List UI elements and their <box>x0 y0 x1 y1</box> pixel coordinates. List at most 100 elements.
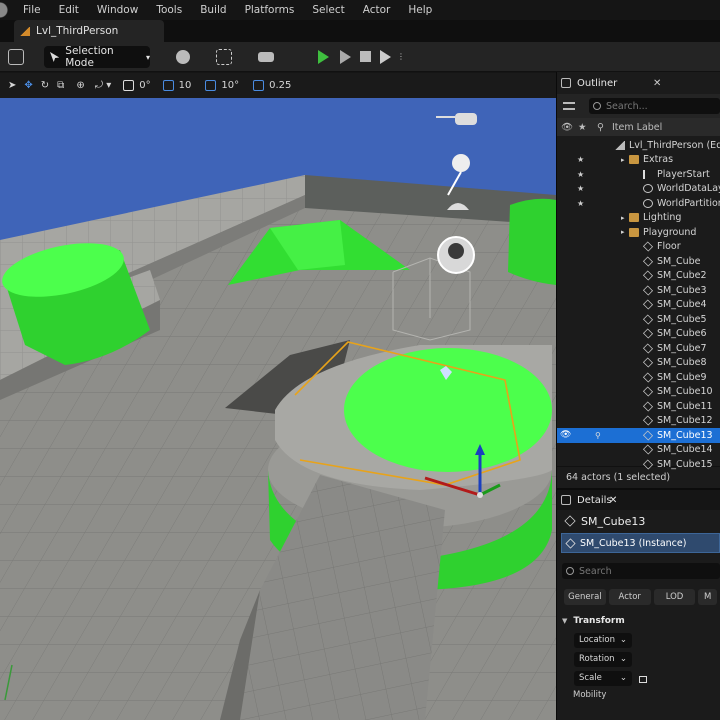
selected-object-name[interactable]: SM_Cube13 <box>557 510 720 532</box>
stop-icon[interactable] <box>360 51 371 62</box>
outliner-row[interactable]: SM_Cube9 <box>557 370 720 385</box>
lock-icon[interactable] <box>639 675 647 683</box>
favorite-star-icon[interactable]: ★ <box>577 199 584 208</box>
tab-lod[interactable]: LOD <box>653 589 696 605</box>
outliner-row[interactable]: SM_Cube6 <box>557 327 720 342</box>
mesh-icon <box>642 285 654 296</box>
outliner-row[interactable]: SM_Cube8 <box>557 356 720 371</box>
outliner-row[interactable]: SM_Cube4 <box>557 298 720 313</box>
selection-mode-dropdown[interactable]: Selection Mode ▾ <box>44 45 150 69</box>
favorite-star-icon[interactable]: ★ <box>577 155 584 164</box>
item-label-header[interactable]: Item Label <box>612 122 662 133</box>
cinematics-icon[interactable] <box>258 52 274 62</box>
outliner-row[interactable]: ★ WorldPartitionM <box>557 196 720 211</box>
select-tool-icon[interactable]: ➤ <box>8 80 16 91</box>
chevron-down-icon: ⌄ <box>619 654 627 664</box>
menu-tools[interactable]: Tools <box>147 4 191 16</box>
menu-actor[interactable]: Actor <box>354 4 400 16</box>
location-row: Location ⌄ <box>574 632 720 648</box>
outliner-row[interactable]: SM_Cube11 <box>557 399 720 414</box>
atmosphere-icon[interactable] <box>455 113 477 125</box>
outliner-folder-row[interactable]: ▸ Lighting <box>557 211 720 226</box>
scale-dropdown[interactable]: Scale ⌄ <box>574 670 632 686</box>
filter-icon[interactable] <box>563 102 575 110</box>
outliner-row[interactable]: SM_Cube5 <box>557 312 720 327</box>
outliner-row[interactable]: SM_Cube12 <box>557 414 720 429</box>
outliner-row[interactable]: SM_Cube7 <box>557 341 720 356</box>
details-search-input[interactable]: Search <box>562 563 720 579</box>
outliner-tab[interactable]: Outliner ✕ <box>557 72 720 94</box>
visibility-eye-icon[interactable]: 👁 <box>560 430 571 440</box>
outliner-row[interactable]: SM_Cube10 <box>557 385 720 400</box>
menu-file[interactable]: File <box>14 4 50 16</box>
expand-arrow-icon[interactable]: ▸ <box>621 156 625 164</box>
details-tab[interactable]: Details ✕ <box>557 488 720 510</box>
level-tab[interactable]: Lvl_ThirdPerson <box>14 20 164 42</box>
favorite-column-icon[interactable]: ★ <box>578 122 587 133</box>
expand-arrow-icon[interactable]: ▸ <box>621 214 625 222</box>
outliner-row[interactable]: Floor <box>557 240 720 255</box>
directional-light-icon[interactable] <box>452 154 470 172</box>
surface-snap-icon[interactable]: ⤾ ▾ <box>95 80 112 91</box>
outliner-row[interactable]: SM_Cube14 <box>557 443 720 458</box>
play-icon[interactable] <box>318 50 329 64</box>
expand-arrow-icon[interactable]: ▸ <box>621 228 625 236</box>
world-local-icon[interactable]: ⊕ <box>76 80 84 91</box>
outliner-row[interactable]: SM_Cube15 <box>557 457 720 472</box>
outliner-folder-row[interactable]: ★ ▸ Extras <box>557 153 720 168</box>
transform-section-header[interactable]: ▼ Transform <box>557 613 720 629</box>
pin-column-icon[interactable]: ⚲ <box>597 122 604 133</box>
close-icon[interactable]: ✕ <box>609 495 617 506</box>
save-icon[interactable] <box>8 49 24 65</box>
favorite-star-icon[interactable]: ★ <box>577 184 584 193</box>
outliner-row[interactable]: SM_Cube <box>557 254 720 269</box>
outliner-row[interactable]: 👁 ⚲ SM_Cube13 <box>557 428 720 443</box>
outliner-icon <box>561 78 571 88</box>
outliner-row-label: SM_Cube5 <box>657 313 707 325</box>
tab-more[interactable]: M <box>698 589 718 605</box>
pin-icon[interactable]: ⚲ <box>595 431 601 440</box>
folder-icon <box>629 227 639 237</box>
menu-platforms[interactable]: Platforms <box>236 4 304 16</box>
level-viewport[interactable] <box>0 98 556 720</box>
outliner-row[interactable]: SM_Cube2 <box>557 269 720 284</box>
menu-build[interactable]: Build <box>191 4 235 16</box>
unreal-logo-icon[interactable] <box>0 0 14 20</box>
translate-snap-toggle[interactable]: 0° <box>123 80 151 91</box>
scale-snap-toggle[interactable]: 0.25 <box>253 80 291 91</box>
blueprint-icon[interactable] <box>216 49 232 65</box>
translate-tool-icon[interactable]: ✥ <box>24 80 32 91</box>
outliner-row-label: SM_Cube11 <box>657 400 713 412</box>
favorite-star-icon[interactable]: ★ <box>577 170 584 179</box>
menu-select[interactable]: Select <box>303 4 353 16</box>
outliner-folder-row[interactable]: ▸ Playground <box>557 225 720 240</box>
location-dropdown[interactable]: Location ⌄ <box>574 632 632 648</box>
mesh-icon <box>642 386 654 397</box>
outliner-row[interactable]: ★ WorldDataLaye <box>557 182 720 197</box>
outliner-row[interactable]: ★ PlayerStart <box>557 167 720 182</box>
outliner-row-label: Playground <box>643 226 697 238</box>
outliner-search-input[interactable]: Search... <box>589 98 720 114</box>
rotation-snap-toggle[interactable]: 10° <box>205 80 239 91</box>
menu-window[interactable]: Window <box>88 4 147 16</box>
tab-general[interactable]: General <box>564 589 606 605</box>
close-icon[interactable]: ✕ <box>653 78 661 89</box>
add-content-icon[interactable] <box>176 50 190 64</box>
outliner-row[interactable]: SM_Cube3 <box>557 283 720 298</box>
rotation-dropdown[interactable]: Rotation ⌄ <box>574 651 632 667</box>
outliner-row[interactable]: Lvl_ThirdPerson (Ed <box>557 138 720 153</box>
menu-edit[interactable]: Edit <box>50 4 88 16</box>
more-options-icon[interactable]: ⋮ <box>397 52 405 61</box>
step-icon[interactable] <box>340 50 351 64</box>
launch-icon[interactable] <box>380 50 391 64</box>
component-instance-row[interactable]: SM_Cube13 (Instance) <box>561 533 720 553</box>
menu-help[interactable]: Help <box>399 4 441 16</box>
tab-actor[interactable]: Actor <box>608 589 651 605</box>
visibility-column-icon[interactable]: 👁 <box>561 122 573 133</box>
menu-bar: File Edit Window Tools Build Platforms S… <box>0 0 720 20</box>
grid-snap-toggle[interactable]: 10 <box>162 80 191 91</box>
folder-icon <box>629 155 639 165</box>
scale-tool-icon[interactable]: ⧉ <box>57 80 64 91</box>
details-category-tabs: General Actor LOD M <box>564 589 720 605</box>
rotate-tool-icon[interactable]: ↻ <box>41 80 49 91</box>
